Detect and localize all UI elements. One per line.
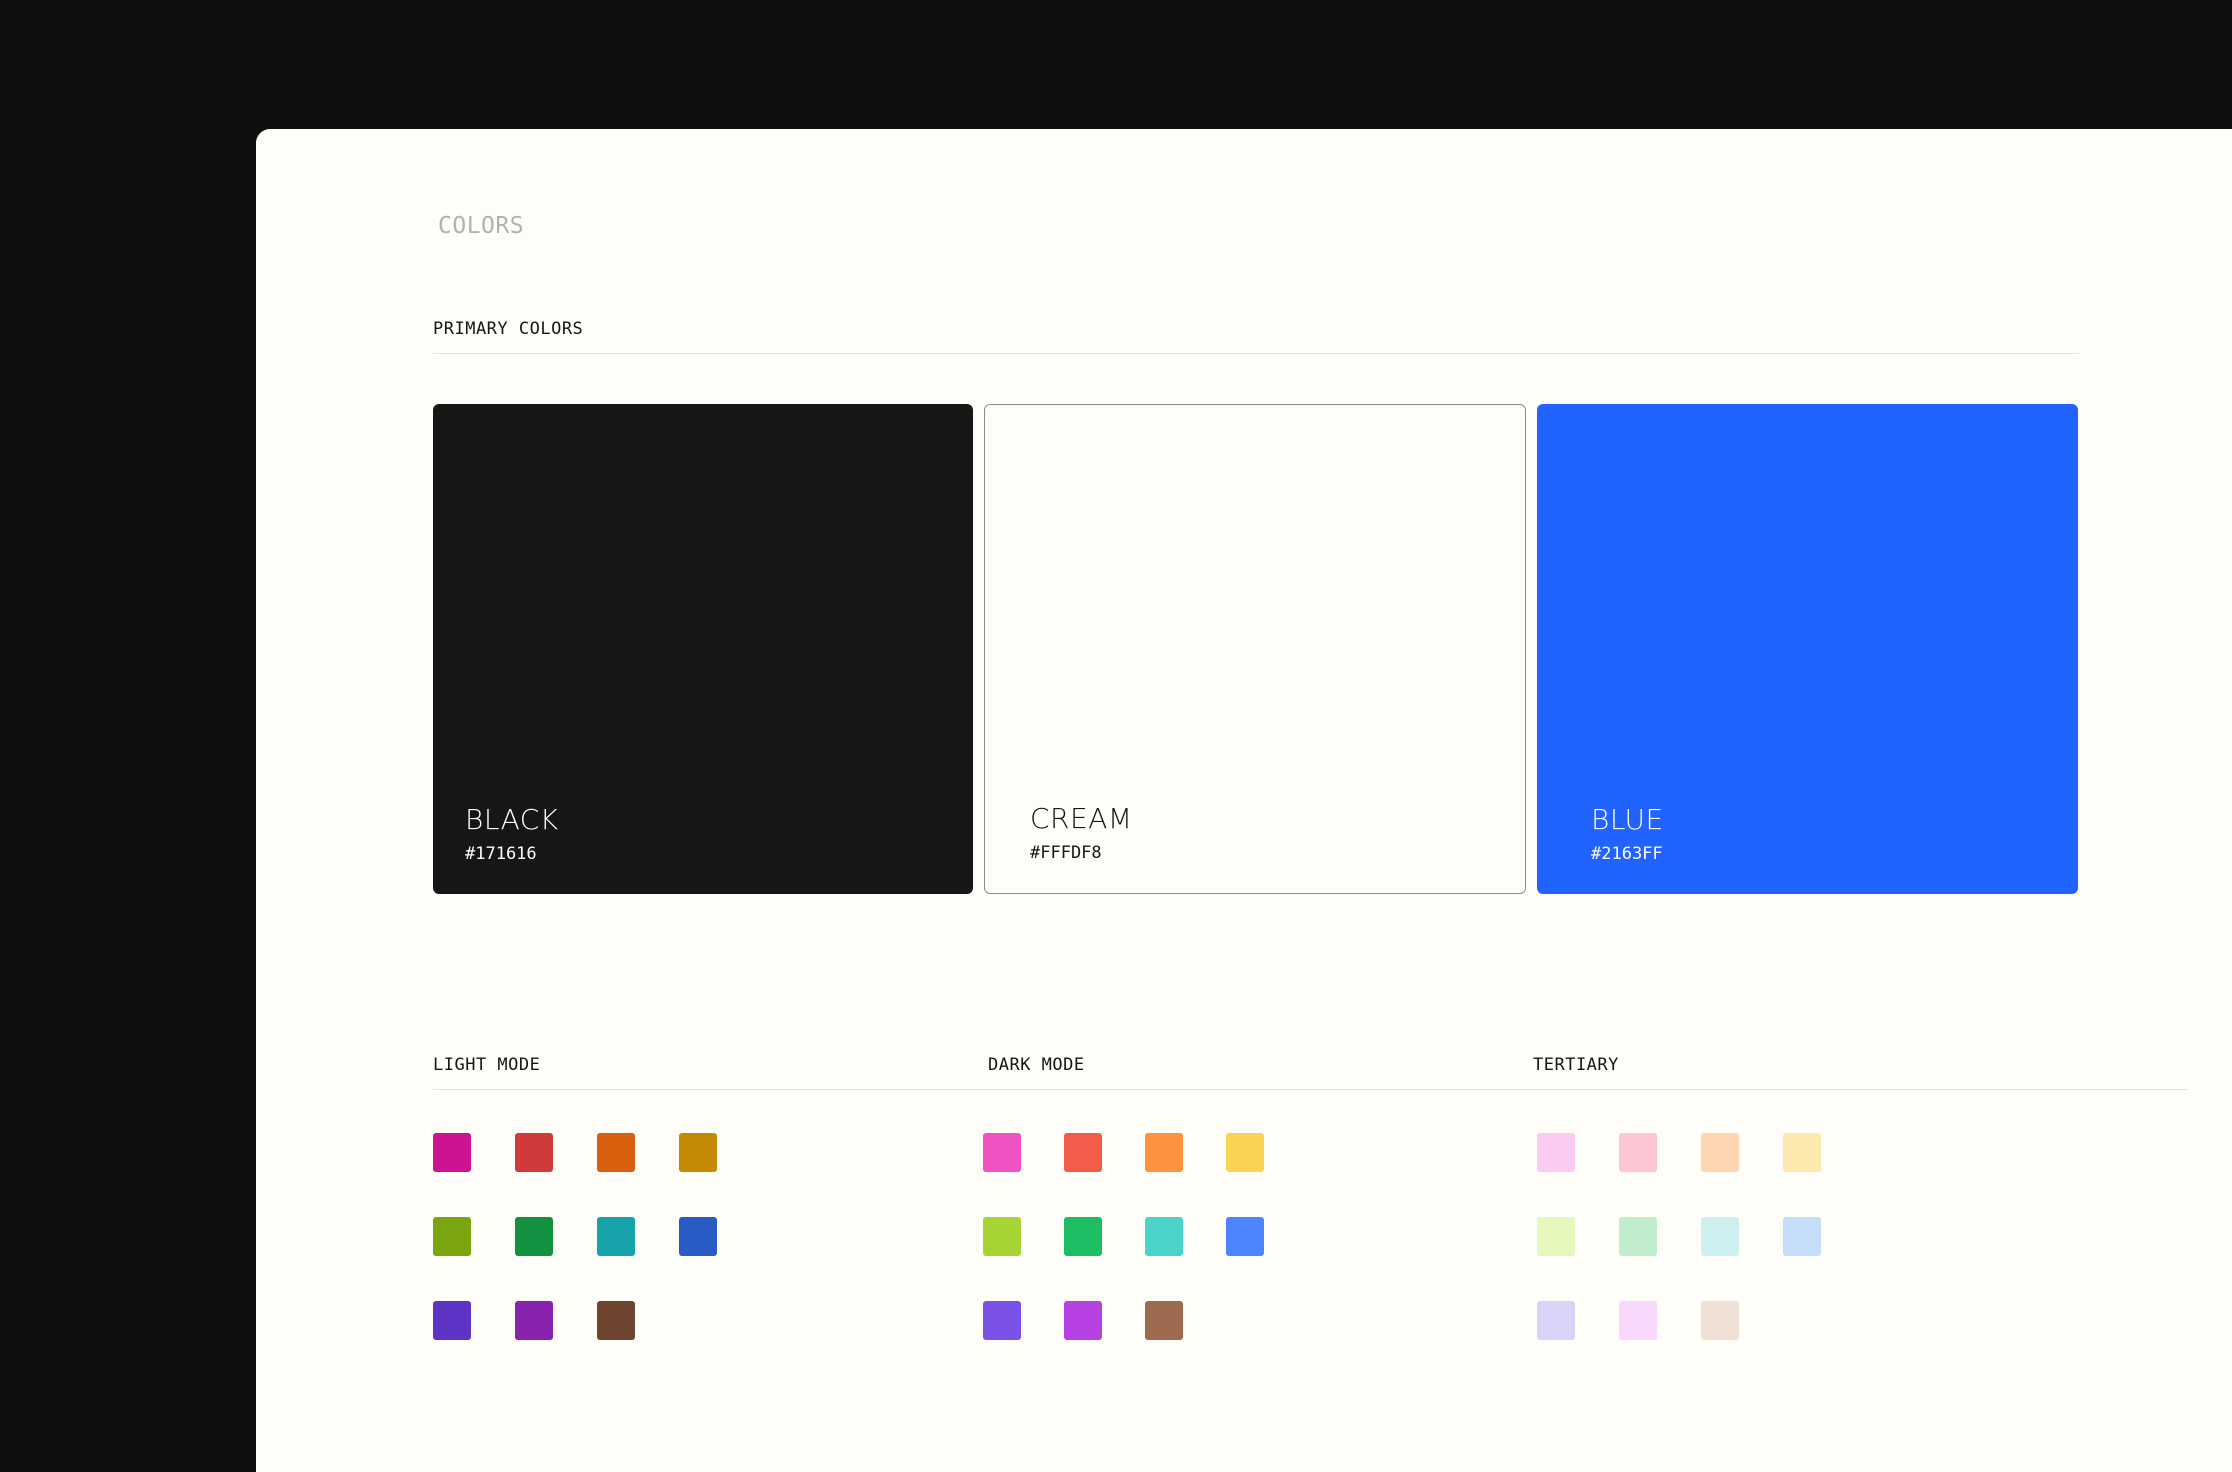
palette-grid bbox=[983, 1133, 1264, 1340]
color-swatch bbox=[1226, 1217, 1264, 1256]
color-swatch bbox=[679, 1133, 717, 1172]
color-swatch bbox=[1783, 1133, 1821, 1172]
color-swatch bbox=[1145, 1217, 1183, 1256]
swatch-hex: #FFFDF8 bbox=[1030, 843, 1102, 863]
color-swatch bbox=[433, 1217, 471, 1256]
tertiary-palette bbox=[1537, 1133, 1821, 1340]
color-swatch bbox=[1537, 1301, 1575, 1340]
primary-divider bbox=[433, 353, 2079, 354]
page-title: COLORS bbox=[438, 213, 525, 239]
swatch-name: CREAM bbox=[1030, 802, 1133, 835]
swatch-name: BLACK bbox=[465, 803, 559, 836]
color-swatch bbox=[1619, 1301, 1657, 1340]
swatch-hex: #2163FF bbox=[1591, 844, 1663, 864]
light-mode-heading: LIGHT MODE bbox=[433, 1055, 541, 1075]
swatch-hex: #171616 bbox=[465, 844, 537, 864]
color-swatch bbox=[983, 1301, 1021, 1340]
color-swatch bbox=[983, 1217, 1021, 1256]
color-swatch bbox=[1537, 1217, 1575, 1256]
color-swatch bbox=[679, 1217, 717, 1256]
color-swatch bbox=[1064, 1301, 1102, 1340]
color-swatch bbox=[1783, 1217, 1821, 1256]
color-swatch bbox=[597, 1217, 635, 1256]
primary-colors-heading: PRIMARY COLORS bbox=[433, 319, 584, 339]
color-swatch bbox=[1619, 1133, 1657, 1172]
swatch-card-black: BLACK #171616 bbox=[433, 404, 973, 894]
color-swatch bbox=[597, 1133, 635, 1172]
swatch-name: BLUE bbox=[1591, 803, 1664, 836]
palette-divider bbox=[433, 1089, 2188, 1090]
dark-mode-heading: DARK MODE bbox=[988, 1055, 1085, 1075]
dark-mode-palette bbox=[983, 1133, 1264, 1340]
color-swatch bbox=[1619, 1217, 1657, 1256]
color-swatch bbox=[433, 1133, 471, 1172]
color-swatch bbox=[1701, 1301, 1739, 1340]
color-swatch bbox=[515, 1301, 553, 1340]
swatch-card-blue: BLUE #2163FF bbox=[1537, 404, 2078, 894]
color-swatch bbox=[433, 1301, 471, 1340]
tertiary-heading: TERTIARY bbox=[1533, 1055, 1619, 1075]
color-swatch bbox=[515, 1133, 553, 1172]
palette-grid bbox=[433, 1133, 717, 1340]
color-swatch bbox=[1064, 1133, 1102, 1172]
color-swatch bbox=[1537, 1133, 1575, 1172]
design-system-window: COLORS PRIMARY COLORS BLACK #171616 CREA… bbox=[256, 129, 2232, 1472]
color-swatch bbox=[983, 1133, 1021, 1172]
color-swatch bbox=[515, 1217, 553, 1256]
color-swatch bbox=[1064, 1217, 1102, 1256]
swatch-card-cream: CREAM #FFFDF8 bbox=[984, 404, 1526, 894]
color-swatch bbox=[1701, 1217, 1739, 1256]
color-swatch bbox=[1145, 1301, 1183, 1340]
color-swatch bbox=[1226, 1133, 1264, 1172]
color-swatch bbox=[1145, 1133, 1183, 1172]
light-mode-palette bbox=[433, 1133, 717, 1340]
color-swatch bbox=[597, 1301, 635, 1340]
color-swatch bbox=[1701, 1133, 1739, 1172]
palette-grid bbox=[1537, 1133, 1821, 1340]
